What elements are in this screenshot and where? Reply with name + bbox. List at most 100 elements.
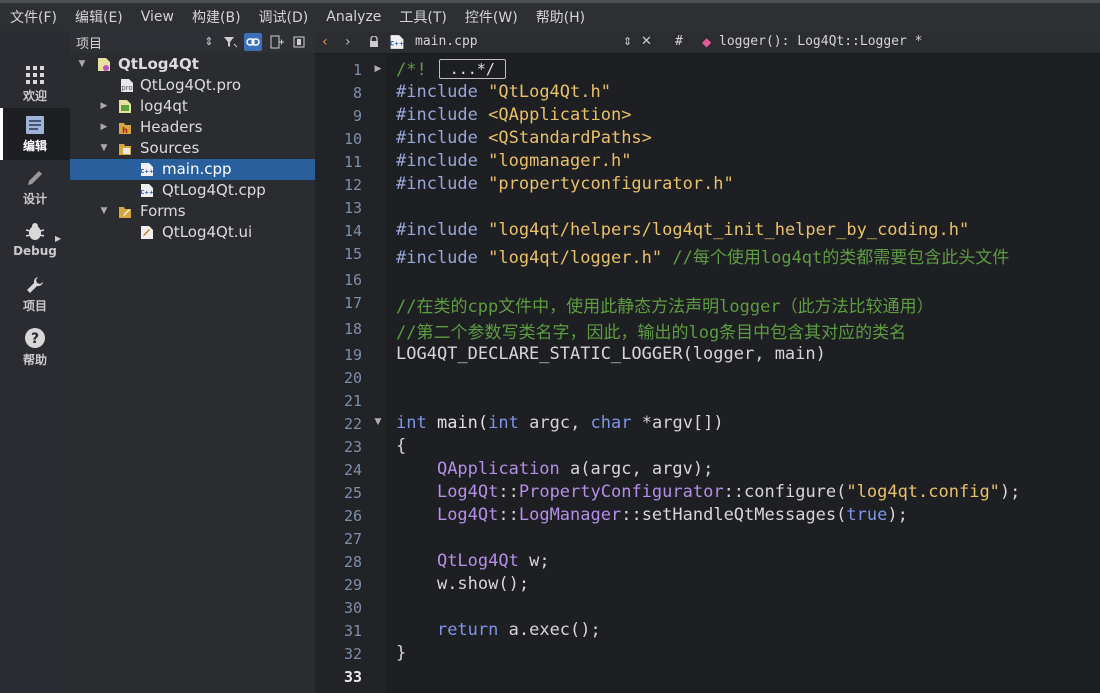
line-number: 1 xyxy=(352,61,362,79)
code-line-9: #include <QApplication> xyxy=(396,105,631,125)
tree-item-sources[interactable]: ▼ Sources xyxy=(70,138,315,159)
tree-label: QtLog4Qt xyxy=(118,55,199,73)
code-token: "log4qt.config" xyxy=(846,482,1000,502)
code-token: *argv[]) xyxy=(641,413,724,433)
code-line-14: #include "log4qt/helpers/log4qt_init_hel… xyxy=(396,220,969,240)
code-token: Log4Qt xyxy=(436,505,499,525)
code-token: w.show(); xyxy=(436,574,530,594)
code-line-11: #include "logmanager.h" xyxy=(396,151,631,171)
code-line-19: LOG4QT_DECLARE_STATIC_LOGGER(logger, mai… xyxy=(396,344,826,364)
collapsed-block-marker[interactable]: ...*/ xyxy=(438,59,506,79)
folder-icon: h xyxy=(119,123,131,135)
menu-file[interactable]: 文件(F) xyxy=(0,7,65,27)
menu-bar: 文件(F) 编辑(E) View 构建(B) 调试(D) Analyze 工具(… xyxy=(0,3,1100,31)
close-panel-icon[interactable] xyxy=(290,33,308,51)
code-line-18: //第二个参数写类名字，因此，输出的log条目中包含其对应的类名 xyxy=(396,323,907,343)
chevron-down-icon[interactable]: ▼ xyxy=(98,138,110,159)
tree-item-project[interactable]: ▼ QtLog4Qt xyxy=(70,54,315,75)
menu-tools[interactable]: 工具(T) xyxy=(389,7,454,27)
menu-help[interactable]: 帮助(H) xyxy=(526,7,593,27)
menu-build[interactable]: 构建(B) xyxy=(182,7,249,27)
back-icon[interactable]: ‹ xyxy=(322,31,328,53)
tree-label: Sources xyxy=(140,139,200,157)
chevron-down-icon[interactable]: ▼ xyxy=(98,201,110,222)
mode-welcome[interactable]: 欢迎 xyxy=(0,58,70,110)
line-number: 22 xyxy=(343,415,362,433)
code-token: :: xyxy=(498,482,519,502)
menu-analyze[interactable]: Analyze xyxy=(316,9,389,25)
menu-edit[interactable]: 编辑(E) xyxy=(65,7,131,27)
grid-icon xyxy=(26,65,44,84)
code-token: #include xyxy=(396,105,478,125)
mode-design[interactable]: 设计 xyxy=(0,161,70,213)
forward-icon[interactable]: › xyxy=(345,31,351,53)
code-editor[interactable] xyxy=(387,54,1100,693)
help-icon: ? xyxy=(25,327,45,348)
mode-help[interactable]: ? 帮助 xyxy=(0,321,70,373)
code-token: w; xyxy=(529,551,550,571)
cpp-file-icon: C++ xyxy=(389,31,405,53)
menu-debug[interactable]: 调试(D) xyxy=(249,7,317,27)
fold-expand-icon[interactable]: ▶ xyxy=(372,64,384,74)
line-number: 25 xyxy=(343,484,362,502)
svg-text:h: h xyxy=(122,126,128,135)
editor-toolbar: ‹ › C++ main.cpp ⇕ ✕ # ◆ logger(): Log4Q… xyxy=(315,31,1100,54)
tree-item-ui-file[interactable]: QtLog4Qt.ui xyxy=(70,222,315,243)
tree-item-main-cpp[interactable]: C++ main.cpp xyxy=(70,159,315,180)
pro-file-icon: pro xyxy=(121,79,133,92)
debug-expand-arrow-icon[interactable]: ▶ xyxy=(55,234,61,243)
line-number: 26 xyxy=(343,507,362,525)
filter-icon[interactable] xyxy=(221,33,239,51)
code-token: "QtLog4Qt.h" xyxy=(488,82,611,102)
tree-item-pro-file[interactable]: pro QtLog4Qt.pro xyxy=(70,75,315,96)
close-document-icon[interactable]: ✕ xyxy=(641,31,652,53)
svg-text:?: ? xyxy=(31,331,39,347)
menu-widgets[interactable]: 控件(W) xyxy=(455,7,526,27)
svg-text:C++: C++ xyxy=(140,169,154,175)
project-view-selector[interactable]: 项目 xyxy=(76,33,102,52)
code-token: true xyxy=(846,505,888,525)
tree-item-subproject[interactable]: ▶ log4qt xyxy=(70,96,315,117)
lock-icon[interactable] xyxy=(369,31,379,53)
code-token: a(argc, argv); xyxy=(570,459,714,479)
tree-label: Headers xyxy=(140,118,203,136)
tree-item-headers[interactable]: ▶ h Headers xyxy=(70,117,315,138)
open-file-name[interactable]: main.cpp xyxy=(415,31,478,53)
chevron-down-icon[interactable]: ▼ xyxy=(76,54,88,75)
project-panel-toolbar: 项目 ⇕ xyxy=(70,31,315,54)
line-number: 17 xyxy=(343,294,362,312)
code-line-28: QtLog4Qt w; xyxy=(396,551,550,571)
fold-collapse-icon[interactable]: ▼ xyxy=(372,417,384,427)
tree-label: QtLog4Qt.cpp xyxy=(162,181,266,199)
tree-item-forms[interactable]: ▼ Forms xyxy=(70,201,315,222)
chevron-right-icon[interactable]: ▶ xyxy=(98,117,110,138)
tree-item-qtlog4qt-cpp[interactable]: C++ QtLog4Qt.cpp xyxy=(70,180,315,201)
menu-view[interactable]: View xyxy=(131,9,182,25)
code-token: ); xyxy=(999,482,1021,502)
wrench-icon xyxy=(27,276,43,293)
code-token: ); xyxy=(887,505,908,525)
line-number: 13 xyxy=(343,199,362,217)
mode-label: 编辑 xyxy=(22,138,47,153)
chevron-right-icon[interactable]: ▶ xyxy=(98,96,110,117)
cpp-file-icon: C++ xyxy=(140,163,154,176)
line-number: 18 xyxy=(343,320,362,338)
code-token: QApplication xyxy=(436,459,560,479)
symbol-selector[interactable]: logger(): Log4Qt::Logger * xyxy=(719,31,923,53)
file-dropdown-icon[interactable]: ⇕ xyxy=(623,31,632,53)
mode-projects[interactable]: 项目 xyxy=(0,268,70,320)
code-token: #include xyxy=(396,128,478,148)
line-number: 16 xyxy=(343,271,362,289)
code-line-29: w.show(); xyxy=(396,574,529,594)
tree-label: QtLog4Qt.pro xyxy=(140,76,242,94)
split-icon[interactable] xyxy=(268,33,286,51)
code-token: #include xyxy=(396,174,478,194)
line-number: 28 xyxy=(343,553,362,571)
tree-label: Forms xyxy=(140,202,186,220)
view-dropdown-icon[interactable]: ⇕ xyxy=(200,33,218,51)
code-token: PropertyConfigurator xyxy=(518,482,724,502)
cpp-file-icon: C++ xyxy=(140,184,154,197)
mode-edit[interactable]: 编辑 xyxy=(0,108,70,160)
code-line-12: #include "propertyconfigurator.h" xyxy=(396,174,734,194)
link-icon[interactable] xyxy=(244,33,262,51)
